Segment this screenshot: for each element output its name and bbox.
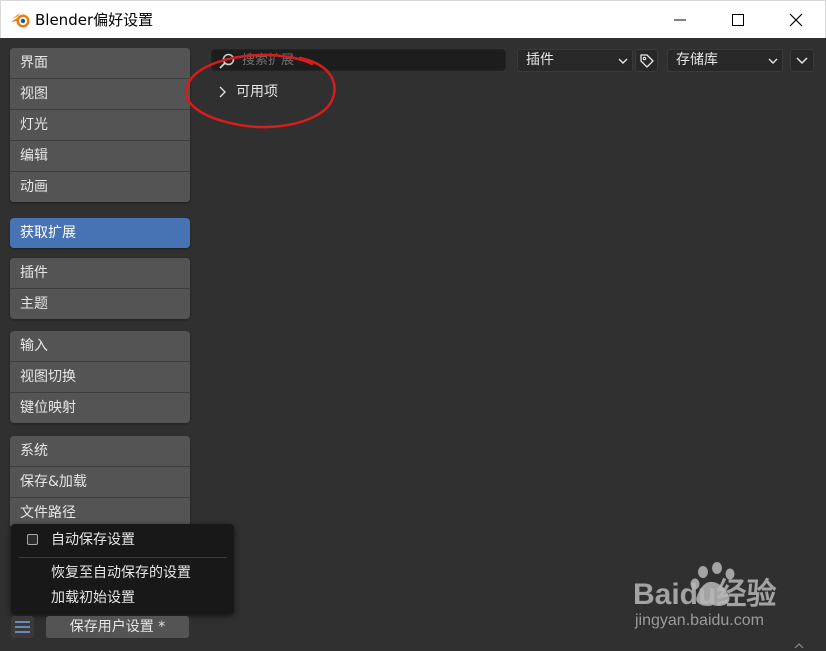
preferences-menu-button[interactable]: [11, 616, 34, 638]
auto-save-label: 自动保存设置: [51, 532, 135, 548]
sidebar-item-animation[interactable]: 动画: [10, 171, 190, 202]
auto-save-checkbox[interactable]: [27, 534, 38, 545]
repository-dropdown[interactable]: 存储库: [667, 49, 783, 72]
auto-save-option[interactable]: 自动保存设置: [11, 529, 234, 551]
load-factory-settings-item[interactable]: 加载初始设置: [51, 587, 135, 609]
chevron-down-icon: [618, 58, 628, 64]
revert-to-saved-item[interactable]: 恢复至自动保存的设置: [51, 562, 191, 584]
watermark-brand-text: Baidu经验: [633, 577, 776, 611]
extension-type-dropdown[interactable]: 插件: [517, 49, 633, 72]
watermark-url: jingyan.baidu.com: [635, 612, 764, 629]
title-bar: Blender偏好设置: [0, 0, 826, 38]
window-title: Blender偏好设置: [35, 11, 154, 29]
close-button[interactable]: [767, 1, 825, 39]
menu-divider: [19, 557, 227, 558]
sidebar-item-system[interactable]: 系统: [10, 436, 190, 466]
chevron-down-icon: [768, 58, 778, 64]
minimize-button[interactable]: [651, 1, 709, 39]
sidebar-item-navigation[interactable]: 视图切换: [10, 361, 190, 392]
sidebar-item-lights[interactable]: 灯光: [10, 109, 190, 140]
extension-type-value: 插件: [526, 52, 554, 68]
sidebar-item-addons[interactable]: 插件: [10, 258, 190, 288]
sidebar-item-get-extensions[interactable]: 获取扩展: [10, 218, 190, 248]
close-icon: [789, 13, 803, 27]
repository-value: 存储库: [676, 52, 718, 68]
sidebar-group-extensions: 获取扩展: [10, 218, 190, 248]
tag-icon: [640, 54, 654, 68]
sidebar-item-themes[interactable]: 主题: [10, 288, 190, 319]
maximize-button[interactable]: [709, 1, 767, 39]
annotation-ellipse: [185, 53, 336, 129]
blender-logo-icon: [11, 13, 30, 28]
resize-grip-icon[interactable]: [792, 641, 806, 651]
hamburger-menu-icon: [15, 621, 30, 633]
sidebar-item-input[interactable]: 输入: [10, 331, 190, 361]
save-preferences-button[interactable]: 保存用户设置 *: [46, 616, 189, 638]
sidebar-group-general: 界面 视图 灯光 编辑 动画: [10, 48, 190, 202]
sidebar-item-editing[interactable]: 编辑: [10, 140, 190, 171]
sidebar-item-viewport[interactable]: 视图: [10, 78, 190, 109]
tag-filter-button[interactable]: [635, 49, 658, 72]
sidebar-group-addons: 插件 主题: [10, 258, 190, 319]
sidebar-item-interface[interactable]: 界面: [10, 48, 190, 78]
sidebar-group-system: 系统 保存&加载 文件路径: [10, 436, 190, 528]
sidebar-group-input: 输入 视图切换 键位映射: [10, 331, 190, 423]
preferences-popup-menu: 自动保存设置 恢复至自动保存的设置 加载初始设置: [11, 524, 234, 614]
minimize-icon: [674, 19, 686, 21]
sidebar-item-save-load[interactable]: 保存&加载: [10, 466, 190, 497]
options-menu-button[interactable]: [790, 49, 814, 72]
maximize-icon: [732, 14, 744, 26]
chevron-down-icon: [796, 57, 808, 65]
sidebar-item-keymap[interactable]: 键位映射: [10, 392, 190, 423]
